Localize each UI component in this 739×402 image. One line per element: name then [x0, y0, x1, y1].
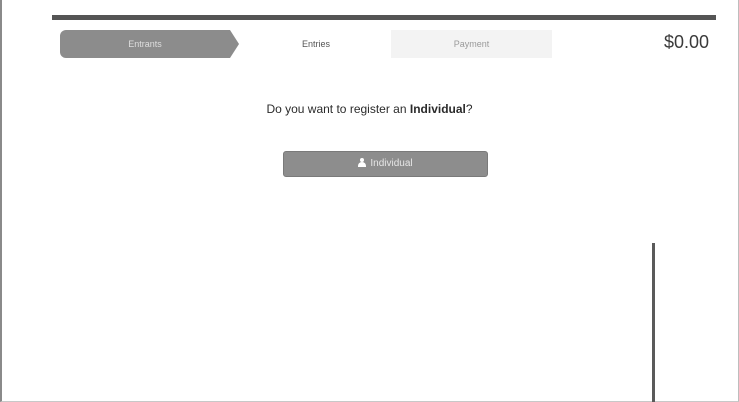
individual-button[interactable]: Individual [283, 151, 488, 177]
cart-total: $0.00 [663, 32, 709, 52]
question-emphasis: Individual [409, 102, 466, 116]
user-icon [358, 158, 367, 167]
scrollbar[interactable] [652, 243, 655, 402]
step-entries[interactable]: Entries [241, 30, 391, 58]
app-frame [0, 0, 739, 402]
top-progress-bar [52, 15, 716, 20]
individual-button-label: Individual [370, 158, 413, 169]
step-payment[interactable]: Payment [391, 30, 552, 58]
register-question: Do you want to register an Individual? [0, 102, 739, 116]
step-entrants[interactable]: Entrants [60, 30, 230, 58]
registration-steps: Entrants Entries Payment [60, 30, 552, 58]
step-arrow-icon [230, 30, 239, 58]
question-prefix: Do you want to register an [266, 102, 410, 116]
question-suffix: ? [465, 102, 473, 116]
